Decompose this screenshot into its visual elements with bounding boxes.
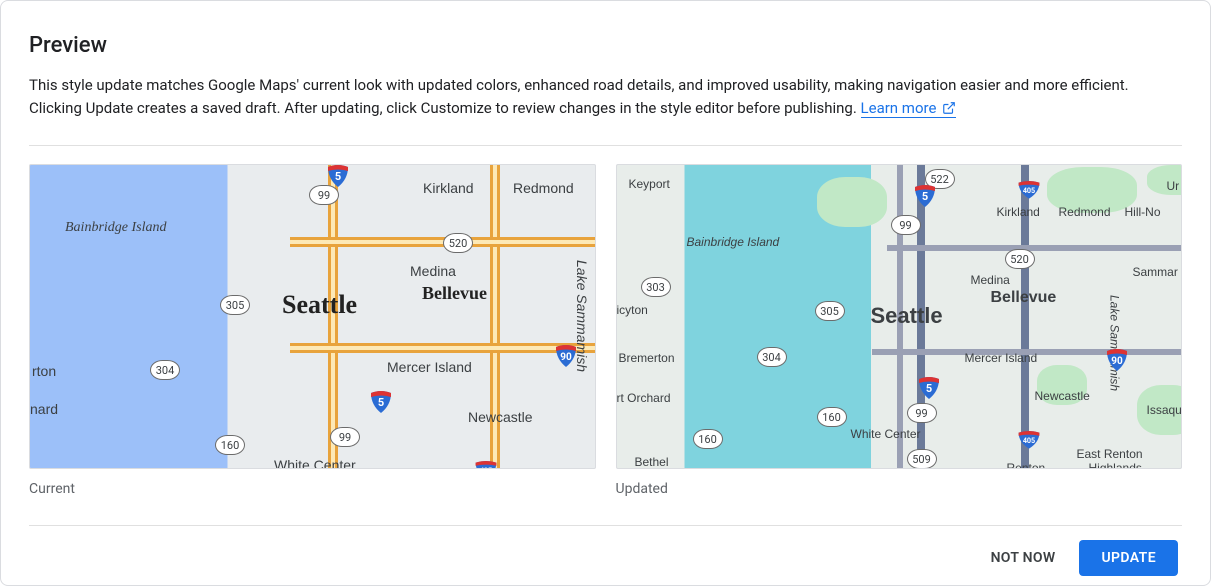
shield-160-b: 160 bbox=[817, 407, 847, 427]
label-kirkland: Kirkland bbox=[997, 205, 1040, 219]
interstate-5-bot: 5 bbox=[369, 389, 393, 413]
svg-text:90: 90 bbox=[560, 352, 572, 363]
shield-305: 305 bbox=[815, 301, 845, 321]
label-redmond: Redmond bbox=[513, 180, 574, 196]
preview-dialog: Preview This style update matches Google… bbox=[0, 0, 1211, 586]
label-lake-samm: Lake Sammamish bbox=[1108, 295, 1122, 391]
interstate-405-top: 405 bbox=[1017, 177, 1047, 201]
label-redmond: Redmond bbox=[1059, 205, 1111, 219]
shield-305: 305 bbox=[220, 295, 250, 315]
svg-text:5: 5 bbox=[335, 170, 341, 183]
interstate-405: 405 bbox=[474, 457, 504, 469]
learn-more-link[interactable]: Learn more bbox=[861, 99, 957, 118]
label-white-center: White Center bbox=[851, 427, 921, 441]
dialog-footer: NOT NOW UPDATE bbox=[29, 526, 1182, 576]
label-ur: Ur bbox=[1167, 179, 1180, 193]
dialog-description: This style update matches Google Maps' c… bbox=[29, 74, 1182, 121]
svg-text:405: 405 bbox=[1022, 186, 1034, 195]
label-kirkland: Kirkland bbox=[423, 180, 474, 196]
not-now-button[interactable]: NOT NOW bbox=[975, 540, 1072, 576]
shield-99-bot: 99 bbox=[907, 403, 937, 423]
label-highlands: Highlands bbox=[1089, 461, 1142, 469]
label-icyton: icyton bbox=[617, 303, 648, 317]
label-bainbridge: Bainbridge Island bbox=[65, 220, 167, 236]
caption-updated: Updated bbox=[616, 481, 1183, 497]
label-bainbridge: Bainbridge Island bbox=[687, 235, 780, 249]
label-medina: Medina bbox=[971, 273, 1010, 287]
label-bellevue: Bellevue bbox=[991, 289, 1057, 307]
label-mercer-island: Mercer Island bbox=[965, 351, 1038, 365]
interstate-90: 90 bbox=[554, 343, 578, 367]
shield-520: 520 bbox=[1005, 249, 1035, 269]
shield-303: 303 bbox=[641, 277, 671, 297]
label-mercer-island: Mercer Island bbox=[387, 359, 472, 375]
label-newcastle: Newcastle bbox=[468, 409, 533, 425]
shield-160-a: 160 bbox=[693, 429, 723, 449]
divider-top bbox=[29, 145, 1182, 146]
svg-text:5: 5 bbox=[378, 396, 384, 409]
label-white-center: White Center bbox=[274, 457, 356, 469]
label-bethel: Bethel bbox=[635, 455, 669, 469]
label-issaq: Issaqu bbox=[1147, 403, 1182, 417]
shield-160: 160 bbox=[215, 435, 245, 455]
caption-current: Current bbox=[29, 481, 596, 497]
label-renton: Renton bbox=[1007, 461, 1046, 469]
svg-text:405: 405 bbox=[480, 466, 492, 469]
label-rton: rton bbox=[32, 363, 56, 379]
label-hillno: Hill-No bbox=[1125, 205, 1161, 219]
label-rt-orchard: rt Orchard bbox=[617, 391, 671, 405]
label-nard: nard bbox=[30, 401, 58, 417]
shield-304: 304 bbox=[757, 347, 787, 367]
shield-520: 520 bbox=[443, 233, 473, 253]
shield-99-bot: 99 bbox=[330, 427, 360, 447]
learn-more-label: Learn more bbox=[861, 99, 937, 117]
svg-text:5: 5 bbox=[921, 190, 927, 203]
interstate-5-top: 5 bbox=[913, 183, 937, 207]
label-east-renton: East Renton bbox=[1077, 447, 1143, 461]
interstate-405-bot: 405 bbox=[1017, 427, 1047, 451]
shield-99-top: 99 bbox=[309, 185, 339, 205]
shield-99: 99 bbox=[891, 215, 921, 235]
label-bellevue: Bellevue bbox=[422, 283, 487, 304]
map-preview-current: Seattle Bellevue Kirkland Redmond Medina… bbox=[29, 164, 596, 469]
svg-text:5: 5 bbox=[925, 382, 931, 395]
dialog-title: Preview bbox=[29, 33, 1182, 58]
external-link-icon bbox=[942, 101, 956, 115]
map-preview-updated: Seattle Bellevue Kirkland Redmond Hill-N… bbox=[616, 164, 1183, 469]
map-col-current: Seattle Bellevue Kirkland Redmond Medina… bbox=[29, 164, 596, 497]
label-keyport: Keyport bbox=[629, 177, 670, 191]
interstate-5-bot: 5 bbox=[917, 375, 941, 399]
shield-509: 509 bbox=[907, 449, 937, 469]
svg-text:405: 405 bbox=[1022, 436, 1034, 445]
label-bremerton: Bremerton bbox=[619, 351, 675, 365]
svg-text:90: 90 bbox=[1111, 356, 1123, 367]
shield-304: 304 bbox=[150, 360, 180, 380]
label-seattle: Seattle bbox=[871, 303, 943, 329]
label-medina: Medina bbox=[410, 263, 456, 279]
dialog-description-text: This style update matches Google Maps' c… bbox=[29, 76, 1129, 117]
label-seattle: Seattle bbox=[282, 290, 357, 320]
maps-row: Seattle Bellevue Kirkland Redmond Medina… bbox=[29, 164, 1182, 497]
map-col-updated: Seattle Bellevue Kirkland Redmond Hill-N… bbox=[616, 164, 1183, 497]
interstate-5-top: 5 bbox=[326, 164, 350, 187]
label-newcastle: Newcastle bbox=[1035, 389, 1090, 403]
interstate-90: 90 bbox=[1105, 347, 1129, 371]
update-button[interactable]: UPDATE bbox=[1079, 540, 1178, 576]
label-sammar: Sammar bbox=[1133, 265, 1178, 279]
